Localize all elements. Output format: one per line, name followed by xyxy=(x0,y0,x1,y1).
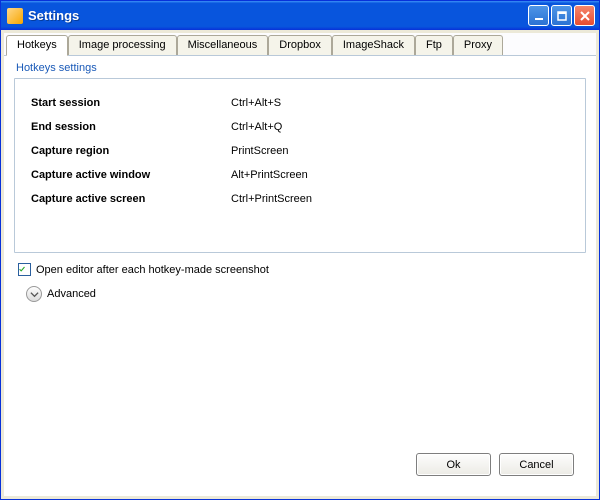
hotkey-label: Capture active window xyxy=(31,169,231,181)
hotkey-row[interactable]: Capture active screen Ctrl+PrintScreen xyxy=(31,187,569,211)
hotkey-label: End session xyxy=(31,121,231,133)
hotkey-value: Alt+PrintScreen xyxy=(231,169,308,181)
cancel-button[interactable]: Cancel xyxy=(499,453,574,476)
tab-miscellaneous[interactable]: Miscellaneous xyxy=(177,35,269,55)
hotkey-value: Ctrl+PrintScreen xyxy=(231,193,312,205)
tab-image-processing[interactable]: Image processing xyxy=(68,35,177,55)
tab-content: Hotkeys settings Start session Ctrl+Alt+… xyxy=(4,56,596,496)
hotkey-row[interactable]: Capture region PrintScreen xyxy=(31,139,569,163)
window-title: Settings xyxy=(28,8,528,23)
maximize-button[interactable] xyxy=(551,5,572,26)
hotkey-value: Ctrl+Alt+Q xyxy=(231,121,282,133)
tab-strip: Hotkeys Image processing Miscellaneous D… xyxy=(4,33,596,56)
check-icon xyxy=(19,264,25,275)
chevron-down-icon xyxy=(30,290,39,299)
tab-hotkeys[interactable]: Hotkeys xyxy=(6,35,68,56)
minimize-icon xyxy=(533,10,545,22)
below-panel: Open editor after each hotkey-made scree… xyxy=(14,263,586,302)
close-icon xyxy=(579,10,591,22)
tab-dropbox[interactable]: Dropbox xyxy=(268,35,332,55)
close-button[interactable] xyxy=(574,5,595,26)
ok-button[interactable]: Ok xyxy=(416,453,491,476)
button-bar: Ok Cancel xyxy=(14,443,586,486)
window-controls xyxy=(528,5,595,26)
hotkey-row[interactable]: Start session Ctrl+Alt+S xyxy=(31,91,569,115)
group-label: Hotkeys settings xyxy=(16,62,586,74)
open-editor-row[interactable]: Open editor after each hotkey-made scree… xyxy=(18,263,586,276)
tab-proxy[interactable]: Proxy xyxy=(453,35,503,55)
maximize-icon xyxy=(556,10,568,22)
open-editor-label: Open editor after each hotkey-made scree… xyxy=(36,264,269,276)
hotkey-label: Capture active screen xyxy=(31,193,231,205)
hotkey-row[interactable]: Capture active window Alt+PrintScreen xyxy=(31,163,569,187)
settings-window: Settings Hotkeys Image processing Miscel… xyxy=(0,0,600,500)
expand-button[interactable] xyxy=(26,286,42,302)
advanced-label: Advanced xyxy=(47,288,96,300)
tab-imageshack[interactable]: ImageShack xyxy=(332,35,415,55)
hotkey-label: Capture region xyxy=(31,145,231,157)
open-editor-checkbox[interactable] xyxy=(18,263,31,276)
client-area: Hotkeys Image processing Miscellaneous D… xyxy=(4,33,596,496)
hotkey-label: Start session xyxy=(31,97,231,109)
hotkey-row[interactable]: End session Ctrl+Alt+Q xyxy=(31,115,569,139)
advanced-toggle[interactable]: Advanced xyxy=(26,286,586,302)
hotkey-value: PrintScreen xyxy=(231,145,288,157)
hotkey-panel: Start session Ctrl+Alt+S End session Ctr… xyxy=(14,78,586,253)
hotkey-value: Ctrl+Alt+S xyxy=(231,97,281,109)
spacer xyxy=(14,302,586,443)
hotkey-table: Start session Ctrl+Alt+S End session Ctr… xyxy=(31,91,569,211)
titlebar[interactable]: Settings xyxy=(1,1,599,30)
tab-ftp[interactable]: Ftp xyxy=(415,35,453,55)
app-icon xyxy=(7,8,23,24)
minimize-button[interactable] xyxy=(528,5,549,26)
